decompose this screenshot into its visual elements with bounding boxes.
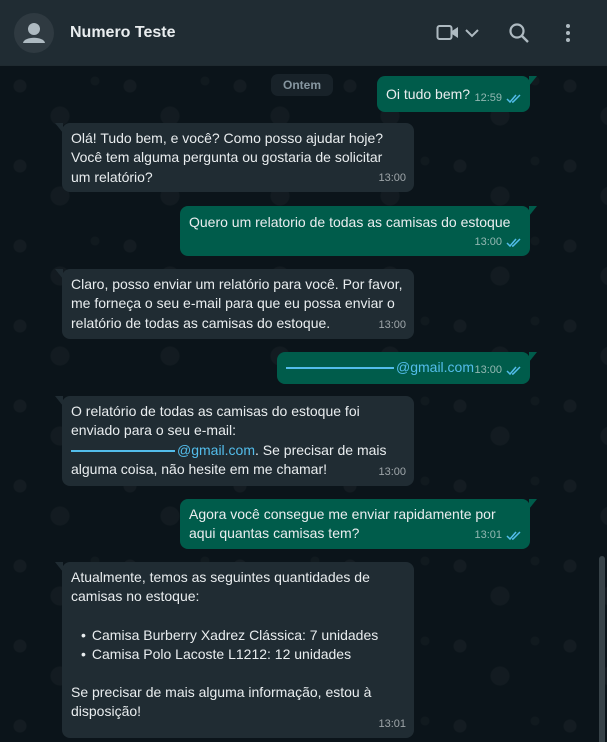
chat-header: Numero Teste [0, 0, 607, 66]
read-receipt-icon [506, 366, 521, 375]
message-meta: 13:00 [474, 361, 522, 380]
contact-name[interactable]: Numero Teste [70, 24, 176, 42]
redacted-email [71, 449, 175, 452]
message-line: Se precisar de mais alguma informação, e… [71, 684, 372, 701]
message-time: 13:00 [474, 235, 502, 248]
message-meta: 13:01 [378, 715, 406, 734]
message-text: Quero um relatorio de todas as camisas d… [189, 214, 511, 230]
message-meta: 13:01 [474, 526, 522, 545]
message-line: um relatório? [71, 168, 153, 185]
stock-list: Camisa Burberry Xadrez Clássica: 7 unida… [71, 626, 405, 665]
message-text: Oi tudo bem? [386, 86, 471, 102]
message-outgoing[interactable]: @gmail.com 13:00 [277, 352, 537, 384]
message-line: aqui quantas camisas tem? [189, 525, 360, 542]
message-time: 13:00 [378, 318, 406, 331]
search-button[interactable] [508, 22, 530, 49]
message-line: O relatório de todas as camisas do estoq… [71, 403, 360, 419]
video-call-button[interactable] [436, 22, 460, 49]
message-line: Agora você consegue me enviar rapidament… [189, 506, 496, 522]
date-chip: Ontem [271, 74, 333, 96]
message-time: 13:00 [378, 171, 406, 184]
message-time: 13:01 [474, 528, 502, 541]
list-item: Camisa Burberry Xadrez Clássica: 7 unida… [81, 626, 405, 645]
message-line: disposição! [71, 703, 142, 720]
message-text: . Se precisar de mais [255, 441, 387, 458]
message-list[interactable]: Ontem Oi tudo bem? 12:59 Olá! Tudo bem, … [0, 66, 607, 742]
message-line: enviado para o seu e-mail: [71, 422, 236, 439]
message-incoming[interactable]: Atualmente, temos as seguintes quantidad… [55, 562, 414, 738]
message-line: Claro, posso enviar um relatório para vo… [71, 276, 403, 292]
message-outgoing[interactable]: Quero um relatorio de todas as camisas d… [180, 206, 537, 256]
message-line: camisas no estoque: [71, 588, 200, 605]
message-line: Você tem alguma pergunta ou gostaria de … [71, 149, 383, 166]
message-incoming[interactable]: Olá! Tudo bem, e você? Como posso ajudar… [55, 123, 414, 192]
scrollbar[interactable] [599, 556, 605, 742]
message-outgoing[interactable]: Agora você consegue me enviar rapidament… [180, 499, 537, 549]
message-meta: 13:00 [378, 169, 406, 188]
redacted-email [286, 367, 394, 370]
person-avatar-icon [23, 23, 45, 43]
read-receipt-icon [506, 238, 521, 247]
message-incoming[interactable]: O relatório de todas as camisas do estoq… [55, 396, 414, 486]
message-line: me forneça o seu e-mail para que eu poss… [71, 295, 395, 312]
message-line: Olá! Tudo bem, e você? Como posso ajudar… [71, 130, 384, 146]
message-meta: 13:00 [474, 233, 522, 252]
message-meta: 13:00 [378, 463, 406, 482]
whatsapp-chat-window: Numero Teste Ontem Oi tudo bem? 12:59 Ol… [0, 0, 607, 742]
message-line: relatório de todas as camisas do estoque… [71, 314, 331, 331]
menu-dots-icon [566, 24, 570, 42]
message-time: 13:00 [474, 363, 502, 376]
message-time: 13:00 [378, 465, 406, 478]
read-receipt-icon [506, 94, 521, 103]
email-link[interactable]: @gmail.com [396, 359, 474, 375]
chevron-down-icon [465, 29, 479, 38]
menu-button[interactable] [560, 22, 576, 49]
message-meta: 12:59 [474, 89, 522, 108]
call-options-button[interactable] [464, 25, 480, 46]
message-time: 12:59 [474, 91, 502, 104]
message-incoming[interactable]: Claro, posso enviar um relatório para vo… [55, 269, 414, 339]
message-time: 13:01 [378, 717, 406, 730]
message-meta: 13:00 [378, 316, 406, 335]
email-link[interactable]: @gmail.com [177, 442, 255, 458]
video-call-icon [436, 25, 458, 40]
message-line: Atualmente, temos as seguintes quantidad… [71, 569, 370, 585]
list-item: Camisa Polo Lacoste L1212: 12 unidades [81, 645, 405, 664]
message-line: @gmail.com. Se precisar de mais [71, 441, 405, 460]
message-outgoing[interactable]: Oi tudo bem? 12:59 [377, 76, 537, 112]
search-icon [509, 23, 529, 43]
message-line: alguma coisa, não hesite em me chamar! [71, 460, 328, 477]
read-receipt-icon [506, 531, 521, 540]
contact-avatar[interactable] [14, 13, 54, 53]
